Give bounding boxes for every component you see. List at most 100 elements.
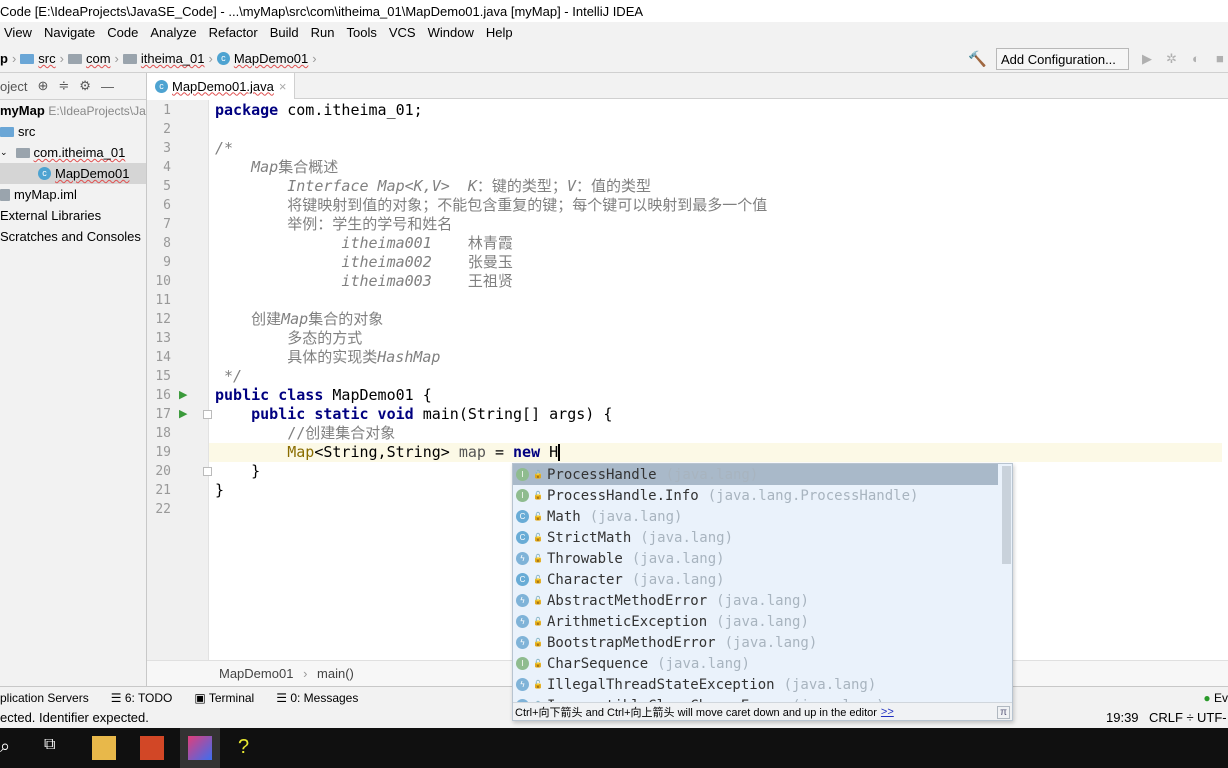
completion-item[interactable]: ϟ 🔓 BootstrapMethodError (java.lang) bbox=[513, 632, 998, 653]
hint-more-link[interactable]: >> bbox=[881, 706, 894, 718]
tree-item-scratches[interactable]: Scratches and Consoles bbox=[0, 226, 146, 247]
completion-name: StrictMath bbox=[547, 529, 632, 546]
hide-icon[interactable]: — bbox=[101, 79, 114, 94]
search-icon[interactable]: ⌕ bbox=[0, 736, 24, 760]
completion-name: Throwable bbox=[547, 550, 623, 567]
toolwindow-todo[interactable]: ☰ 6: TODO bbox=[111, 691, 173, 705]
stop-icon[interactable]: ■ bbox=[1216, 51, 1228, 67]
menu-code[interactable]: Code bbox=[107, 25, 138, 45]
menu-tools[interactable]: Tools bbox=[347, 25, 377, 45]
crumb-label: com bbox=[85, 51, 111, 66]
project-view-selector[interactable]: oject bbox=[0, 79, 27, 94]
completion-package: (java.lang) bbox=[589, 508, 683, 525]
fold-marker-icon[interactable] bbox=[203, 467, 212, 476]
powerpoint-icon[interactable] bbox=[140, 736, 164, 760]
code-token: public static void bbox=[251, 405, 414, 423]
completion-item[interactable]: C 🔓 StrictMath (java.lang) bbox=[513, 527, 998, 548]
tree-item-src[interactable]: src bbox=[0, 121, 146, 142]
build-hammer-icon[interactable]: 🔨 bbox=[968, 50, 987, 68]
completion-item[interactable]: ϟ 🔓 AbstractMethodError (java.lang) bbox=[513, 590, 998, 611]
code-token: 集合概述 bbox=[278, 158, 339, 176]
completion-hint: Ctrl+向下箭头 and Ctrl+向上箭头 will move caret … bbox=[513, 702, 1012, 720]
toolwindow-terminal[interactable]: ▣ Terminal bbox=[194, 691, 254, 705]
public-icon: 🔓 bbox=[533, 596, 543, 605]
interface-icon: I bbox=[516, 489, 529, 502]
close-icon[interactable]: × bbox=[279, 79, 287, 94]
line-number: 2 bbox=[163, 122, 171, 137]
tree-item-iml[interactable]: myMap.iml bbox=[0, 184, 146, 205]
code-line: 具体的实现类HashMap bbox=[215, 348, 1228, 367]
taskbar: ⌕ ⧉ ? bbox=[0, 728, 1228, 768]
menu-navigate[interactable]: Navigate bbox=[44, 25, 95, 45]
code-token: itheima001 bbox=[215, 234, 432, 252]
menu-run[interactable]: Run bbox=[311, 25, 335, 45]
caret-position[interactable]: 19:39 bbox=[1106, 710, 1139, 725]
breadcrumb-method[interactable]: main() bbox=[317, 666, 354, 681]
completion-item[interactable]: I 🔓 ProcessHandle (java.lang) bbox=[513, 464, 998, 485]
completion-item[interactable]: C 🔓 Character (java.lang) bbox=[513, 569, 998, 590]
help-icon[interactable]: ? bbox=[238, 736, 262, 760]
toolwindow-application-servers[interactable]: plication Servers bbox=[0, 691, 89, 705]
code-line: Map集合概述 bbox=[215, 158, 1228, 177]
intellij-icon[interactable] bbox=[180, 728, 220, 768]
code-token: } bbox=[215, 481, 225, 499]
run-gutter-icon[interactable]: ▶ bbox=[179, 386, 187, 405]
run-icon[interactable]: ▶ bbox=[1142, 51, 1156, 67]
tree-item-external-libraries[interactable]: External Libraries bbox=[0, 205, 146, 226]
tree-item-package[interactable]: ⌄ com.itheima_01 bbox=[0, 142, 146, 163]
completion-item[interactable]: ϟ 🔓 Throwable (java.lang) bbox=[513, 548, 998, 569]
menu-build[interactable]: Build bbox=[270, 25, 299, 45]
line-number: 22 bbox=[155, 502, 171, 517]
debug-icon[interactable]: ✲ bbox=[1166, 51, 1180, 67]
crumb-com[interactable]: com › bbox=[67, 51, 119, 66]
completion-package: (java.lang) bbox=[783, 676, 877, 693]
line-number: 13 bbox=[155, 331, 171, 346]
crumb-itheima[interactable]: itheima_01 › bbox=[122, 51, 213, 66]
line-separator[interactable]: CRLF ÷ bbox=[1149, 710, 1194, 725]
tree-label: myMap.iml bbox=[14, 187, 77, 202]
file-explorer-icon[interactable] bbox=[92, 736, 116, 760]
tree-item-mymap[interactable]: myMap E:\IdeaProjects\Ja bbox=[0, 100, 146, 121]
code-line: itheima001 林青霞 bbox=[215, 234, 1228, 253]
code-token: 举例：学生的学号和姓名 bbox=[215, 215, 453, 233]
completion-name: AbstractMethodError bbox=[547, 592, 708, 609]
collapse-icon[interactable]: ≑ bbox=[58, 78, 69, 94]
pi-button[interactable]: π bbox=[997, 705, 1010, 719]
completion-item[interactable]: I 🔓 CharSequence (java.lang) bbox=[513, 653, 998, 674]
crumb-src[interactable]: src › bbox=[20, 51, 64, 66]
menu-help[interactable]: Help bbox=[486, 25, 513, 45]
task-view-icon[interactable]: ⧉ bbox=[44, 736, 68, 760]
locate-icon[interactable]: ⊕ bbox=[37, 78, 48, 94]
project-panel-header: oject ⊕ ≑ ⚙ — bbox=[0, 73, 146, 100]
tree-item-mapdemo01[interactable]: c MapDemo01 bbox=[0, 163, 146, 184]
code-line: //创建集合对象 bbox=[215, 424, 1228, 443]
completion-item[interactable]: ϟ 🔓 IllegalThreadStateException (java.lang) bbox=[513, 674, 998, 695]
code-token: package bbox=[215, 101, 279, 119]
code-line: 创建Map集合的对象 bbox=[215, 310, 1228, 329]
crumb-project[interactable]: p › bbox=[0, 51, 16, 66]
menu-refactor[interactable]: Refactor bbox=[209, 25, 258, 45]
run-gutter-icon[interactable]: ▶ bbox=[179, 405, 187, 424]
completion-item[interactable]: I 🔓 ProcessHandle.Info (java.lang.ProcessHa… bbox=[513, 485, 998, 506]
completion-item[interactable]: ϟ 🔓 ArithmeticException (java.lang) bbox=[513, 611, 998, 632]
tree-label: com.itheima_01 bbox=[33, 145, 126, 160]
event-log[interactable]: ● Ev bbox=[1203, 691, 1228, 705]
menu-view[interactable]: View bbox=[4, 25, 32, 45]
menu-vcs[interactable]: VCS bbox=[389, 25, 416, 45]
fold-marker-icon[interactable] bbox=[203, 410, 212, 419]
code-line: */ bbox=[215, 367, 1228, 386]
gear-icon[interactable]: ⚙ bbox=[79, 78, 91, 94]
tab-mapdemo01[interactable]: c MapDemo01.java × bbox=[147, 73, 296, 99]
coverage-icon[interactable]: ◐ bbox=[1192, 51, 1206, 67]
toolwindow-messages[interactable]: ☰ 0: Messages bbox=[276, 691, 358, 705]
menu-window[interactable]: Window bbox=[428, 25, 474, 45]
crumb-label: p bbox=[0, 51, 8, 66]
breadcrumb-class[interactable]: MapDemo01 bbox=[219, 666, 293, 681]
crumb-class[interactable]: c MapDemo01 › bbox=[216, 51, 317, 66]
completion-item[interactable]: C 🔓 Math (java.lang) bbox=[513, 506, 998, 527]
completion-name: IllegalThreadStateException bbox=[547, 676, 775, 693]
menu-analyze[interactable]: Analyze bbox=[150, 25, 196, 45]
completion-scrollbar[interactable] bbox=[1002, 466, 1011, 564]
add-configuration-button[interactable]: Add Configuration... bbox=[996, 48, 1129, 70]
completion-package: (java.lang.ProcessHandle) bbox=[707, 487, 919, 504]
